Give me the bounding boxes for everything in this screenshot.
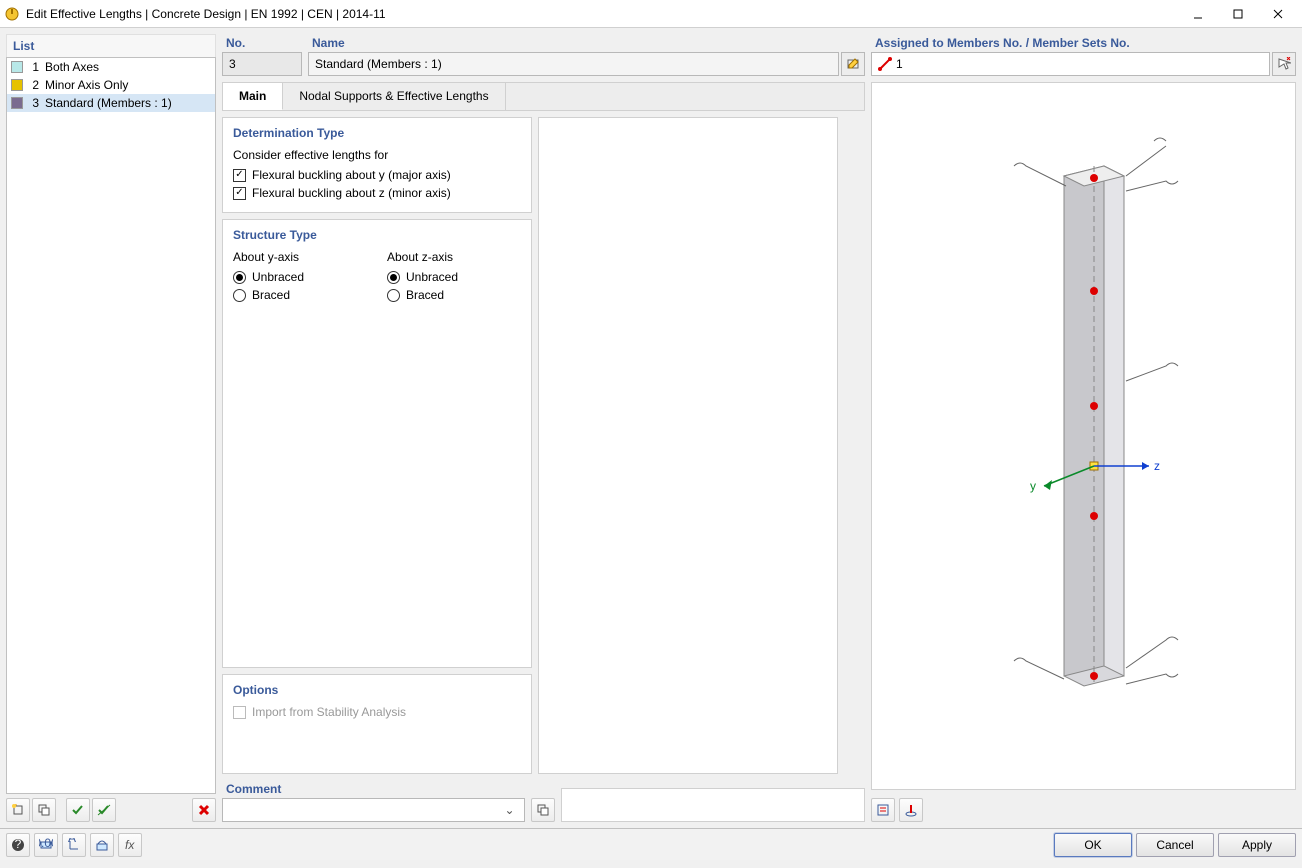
list-box[interactable]: 1 Both Axes 2 Minor Axis Only 3 Standard… [6,57,216,794]
name-value: Standard (Members : 1) [315,57,442,71]
close-button[interactable] [1258,0,1298,28]
options-group: Options Import from Stability Analysis [222,674,532,774]
svg-text:fx: fx [125,838,135,852]
group-title: Options [233,683,521,697]
comment-copy-button[interactable] [531,798,555,822]
consider-label: Consider effective lengths for [233,148,521,162]
member-preview-svg: z y [894,116,1274,756]
chevron-down-icon: ⌄ [502,803,518,817]
left-panel: List 1 Both Axes 2 Minor Axis Only 3 Sta… [6,34,216,822]
svg-text:y: y [1030,479,1036,493]
radio-y-braced[interactable] [233,289,246,302]
app-icon [4,6,20,22]
footer-bar: ? 0.00 A fx OK Cancel Apply [0,828,1302,860]
about-y-label: About y-axis [233,250,367,264]
checkbox-label: Flexural buckling about z (minor axis) [252,186,451,200]
radio-y-unbraced[interactable] [233,271,246,284]
radio-label: Unbraced [406,270,458,284]
delete-item-button[interactable] [192,798,216,822]
tab-main[interactable]: Main [223,83,283,110]
radio-z-braced[interactable] [387,289,400,302]
group-title: Structure Type [233,228,521,242]
color-swatch [11,61,23,73]
determination-type-group: Determination Type Consider effective le… [222,117,532,213]
color-swatch [11,79,23,91]
checkbox-buckling-y[interactable] [233,169,246,182]
svg-text:?: ? [15,838,22,851]
view-button[interactable] [90,833,114,857]
about-z-label: About z-axis [387,250,521,264]
assigned-label: Assigned to Members No. / Member Sets No… [871,34,1296,52]
member-icon [878,57,892,71]
edit-name-button[interactable] [841,52,865,76]
cancel-button[interactable]: Cancel [1136,833,1214,857]
no-label: No. [222,34,302,52]
color-swatch [11,97,23,109]
preview-settings-button[interactable] [871,798,895,822]
copy-item-button[interactable] [32,798,56,822]
checkbox-label: Flexural buckling about y (major axis) [252,168,451,182]
list-item[interactable]: 1 Both Axes [7,58,215,76]
comment-extra-panel [561,788,866,822]
function-button[interactable]: fx [118,833,142,857]
maximize-button[interactable] [1218,0,1258,28]
ok-button[interactable]: OK [1054,833,1132,857]
group-title: Determination Type [233,126,521,140]
structure-type-group: Structure Type About y-axis Unbraced Bra… [222,219,532,668]
tab-nodal-supports[interactable]: Nodal Supports & Effective Lengths [283,83,505,110]
pick-members-button[interactable] [1272,52,1296,76]
list-item-label: Minor Axis Only [45,78,128,92]
preview-viewport[interactable]: z y [871,82,1296,790]
list-item[interactable]: 2 Minor Axis Only [7,76,215,94]
help-button[interactable]: ? [6,833,30,857]
preview-toolbar [871,796,1296,822]
svg-text:0.00: 0.00 [39,838,53,850]
axis-button[interactable]: A [62,833,86,857]
new-item-button[interactable] [6,798,30,822]
empty-panel [538,117,838,774]
no-value: 3 [229,57,236,71]
comment-label: Comment [222,780,525,798]
svg-text:z: z [1154,459,1160,473]
no-field[interactable]: 3 [222,52,302,76]
radio-label: Braced [406,288,444,302]
list-header: List [6,34,216,57]
title-bar: Edit Effective Lengths | Concrete Design… [0,0,1302,28]
minimize-button[interactable] [1178,0,1218,28]
list-toolbar [6,794,216,822]
checkbox-buckling-z[interactable] [233,187,246,200]
comment-combo[interactable]: ⌄ [222,798,525,822]
list-item-label: Standard (Members : 1) [45,96,172,110]
radio-z-unbraced[interactable] [387,271,400,284]
units-button[interactable]: 0.00 [34,833,58,857]
apply-button[interactable]: Apply [1218,833,1296,857]
window-title: Edit Effective Lengths | Concrete Design… [26,7,1178,21]
check-all-button[interactable] [66,798,90,822]
tab-bar: Main Nodal Supports & Effective Lengths [222,82,865,111]
assigned-value: 1 [896,57,903,71]
list-item-num: 1 [29,60,39,74]
list-item-label: Both Axes [45,60,99,74]
preview-isometric-button[interactable] [899,798,923,822]
checkbox-label: Import from Stability Analysis [252,705,406,719]
assigned-field[interactable]: 1 [871,52,1270,76]
list-item-num: 2 [29,78,39,92]
checkbox-import-stability [233,706,246,719]
name-field[interactable]: Standard (Members : 1) [308,52,839,76]
svg-text:A: A [68,838,76,845]
center-panel: No. 3 Name Standard (Members : 1) Main N… [222,34,865,822]
list-item[interactable]: 3 Standard (Members : 1) [7,94,215,112]
uncheck-all-button[interactable] [92,798,116,822]
list-item-num: 3 [29,96,39,110]
right-panel: Assigned to Members No. / Member Sets No… [871,34,1296,822]
radio-label: Braced [252,288,290,302]
name-label: Name [308,34,865,52]
radio-label: Unbraced [252,270,304,284]
